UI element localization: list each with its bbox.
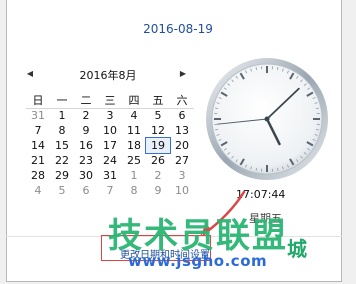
- calendar-day[interactable]: 24: [98, 153, 122, 168]
- week-row: 14 15 16 17 18 19 20: [26, 137, 194, 154]
- calendar-day[interactable]: 5: [146, 108, 170, 123]
- calendar-day[interactable]: 4: [122, 108, 146, 123]
- calendar-day[interactable]: 1: [50, 108, 74, 123]
- week-row: 28 29 30 31 1 2 3: [26, 168, 194, 183]
- calendar-day[interactable]: 2: [146, 168, 170, 183]
- watermark-brand: 技术员联盟: [108, 216, 288, 256]
- calendar-day[interactable]: 17: [98, 138, 122, 153]
- watermark-url: www.jsgho.com: [128, 252, 268, 270]
- selected-date-link[interactable]: 2016-08-19: [0, 22, 356, 36]
- week-row: 4 5 6 7 8 9 10: [26, 183, 194, 198]
- weekday-label: 五: [152, 94, 164, 107]
- calendar-day[interactable]: 1: [122, 168, 146, 183]
- calendar-day[interactable]: 11: [122, 123, 146, 138]
- calendar-day[interactable]: 15: [50, 138, 74, 153]
- weekday-label: 一: [56, 94, 68, 107]
- calendar-day[interactable]: 6: [74, 183, 98, 198]
- weekday-label: 六: [176, 94, 188, 107]
- calendar-day[interactable]: 10: [170, 183, 194, 198]
- weekday-divider: [26, 108, 194, 109]
- calendar-month-title[interactable]: 2016年8月: [22, 67, 194, 83]
- calendar-day[interactable]: 5: [50, 183, 74, 198]
- calendar-day[interactable]: 4: [26, 183, 50, 198]
- clock-center: [264, 116, 270, 122]
- calendar-day[interactable]: 3: [98, 108, 122, 123]
- weekday-label: 二: [80, 94, 92, 107]
- calendar-day[interactable]: 8: [50, 123, 74, 138]
- calendar-day[interactable]: 8: [122, 183, 146, 198]
- analog-clock: [206, 58, 328, 180]
- weekday-label: 三: [104, 94, 116, 107]
- calendar-day[interactable]: 2: [74, 108, 98, 123]
- calendar-header: ◀ 2016年8月 ▶: [22, 67, 194, 83]
- calendar-day[interactable]: 31: [98, 168, 122, 183]
- weekday-label: 日: [32, 94, 44, 107]
- calendar-day[interactable]: 6: [170, 108, 194, 123]
- calendar-day[interactable]: 18: [122, 138, 146, 153]
- calendar-day[interactable]: 25: [122, 153, 146, 168]
- calendar-day[interactable]: 10: [98, 123, 122, 138]
- calendar-day[interactable]: 23: [74, 153, 98, 168]
- calendar-day[interactable]: 29: [50, 168, 74, 183]
- calendar-day-selected[interactable]: 19: [145, 137, 171, 154]
- weekday-label: 四: [128, 94, 140, 107]
- calendar-day[interactable]: 26: [146, 153, 170, 168]
- calendar-day[interactable]: 3: [170, 168, 194, 183]
- calendar-day[interactable]: 27: [170, 153, 194, 168]
- calendar-day[interactable]: 7: [98, 183, 122, 198]
- week-row: 7 8 9 10 11 12 13: [26, 123, 194, 138]
- calendar-day[interactable]: 9: [74, 123, 98, 138]
- week-row: 21 22 23 24 25 26 27: [26, 153, 194, 168]
- calendar-day[interactable]: 31: [26, 108, 50, 123]
- week-row: 31 1 2 3 4 5 6: [26, 108, 194, 123]
- calendar-day[interactable]: 28: [26, 168, 50, 183]
- calendar-day[interactable]: 12: [146, 123, 170, 138]
- calendar-day[interactable]: 7: [26, 123, 50, 138]
- next-month-icon[interactable]: ▶: [178, 68, 188, 80]
- calendar-day[interactable]: 14: [26, 138, 50, 153]
- calendar-day[interactable]: 22: [50, 153, 74, 168]
- calendar-day[interactable]: 9: [146, 183, 170, 198]
- watermark-tag: 城: [287, 237, 307, 261]
- calendar-day[interactable]: 16: [74, 138, 98, 153]
- calendar-day[interactable]: 30: [74, 168, 98, 183]
- calendar-day[interactable]: 20: [170, 138, 194, 153]
- calendar-day[interactable]: 21: [26, 153, 50, 168]
- calendar-day[interactable]: 13: [170, 123, 194, 138]
- weekday-row: 日 一 二 三 四 五 六: [26, 92, 194, 108]
